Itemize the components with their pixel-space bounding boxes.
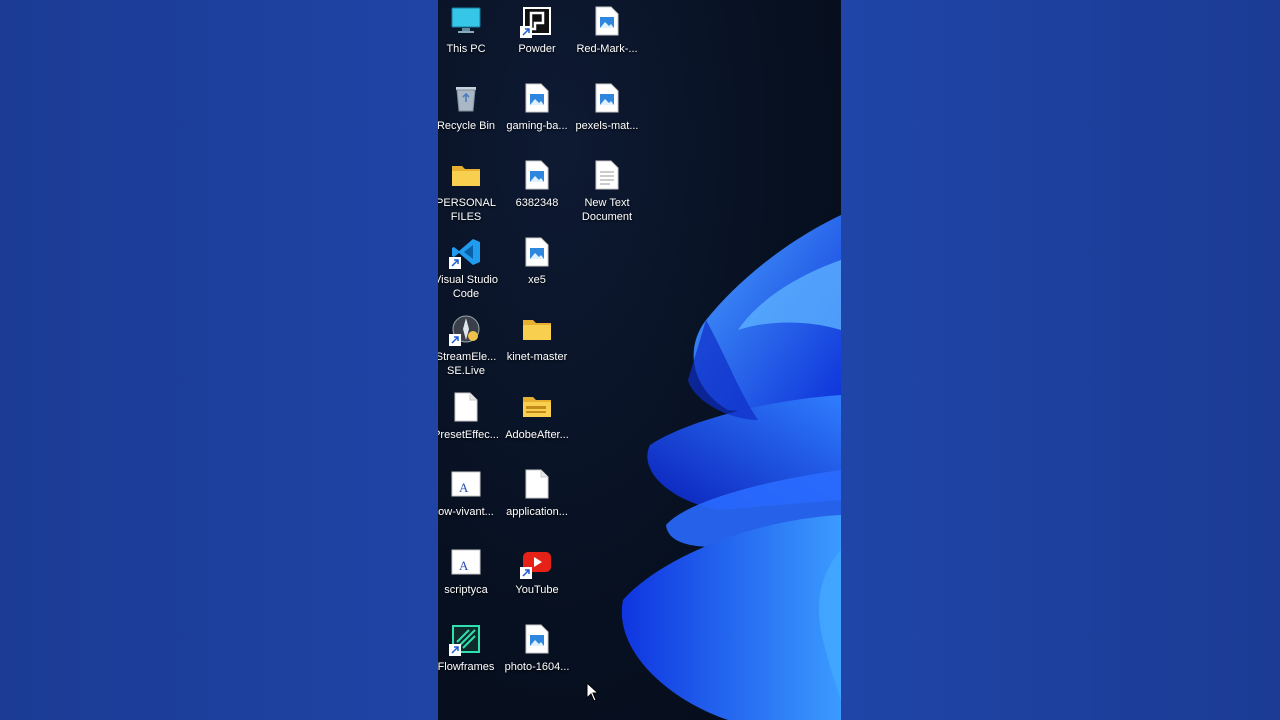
desktop-icon-label: Red-Mark-... (576, 43, 638, 55)
shortcut-arrow-icon (449, 257, 461, 269)
desktop-icon-pexels-mat[interactable]: pexels-mat... (573, 82, 641, 154)
desktop-icon-label: PresetEffec... (438, 429, 499, 441)
svg-text:A: A (459, 558, 469, 573)
desktop-icon-preseteffec[interactable]: PresetEffec... (438, 391, 500, 463)
desktop-icon-label: Recycle Bin (438, 120, 496, 132)
desktop-icon-streamelements[interactable]: StreamEle... SE.Live (438, 313, 500, 385)
desktop-icon-powder[interactable]: Powder (503, 5, 571, 77)
image-file-icon (521, 82, 553, 114)
desktop-icon-gaming-ba[interactable]: gaming-ba... (503, 82, 571, 154)
shortcut-arrow-icon (449, 334, 461, 346)
svg-text:A: A (459, 480, 469, 495)
desktop-icon-label: gaming-ba... (506, 120, 568, 132)
desktop-icon-6382348[interactable]: 6382348 (503, 159, 571, 231)
desktop-icon-photo-1604[interactable]: photo-1604... (503, 623, 571, 695)
desktop-icon-label: This PC (446, 43, 486, 55)
desktop-icon-ow-vivant[interactable]: A ow-vivant... (438, 468, 500, 540)
youtube-icon (520, 546, 553, 579)
font-file-icon: A (450, 468, 482, 500)
desktop-icon-recycle-bin[interactable]: Recycle Bin (438, 82, 500, 154)
desktop-icon-label: scriptyca (444, 584, 488, 596)
desktop-icon-label: YouTube (515, 584, 559, 596)
mouse-cursor-icon (586, 682, 600, 702)
image-file-icon (591, 82, 623, 114)
desktop-icon-youtube[interactable]: YouTube (503, 546, 571, 618)
desktop-icon-label: ow-vivant... (438, 506, 494, 518)
desktop[interactable]: This PC Recycle Bin PERSONAL FILES Visua… (438, 0, 841, 720)
desktop-icon-scriptyca[interactable]: A scriptyca (438, 546, 500, 618)
desktop-icon-label: Powder (518, 43, 556, 55)
shortcut-arrow-icon (520, 567, 532, 579)
image-file-icon (591, 5, 623, 37)
powder-app-icon (520, 5, 553, 38)
desktop-icon-label: Flowframes (438, 661, 495, 673)
desktop-icon-label: xe5 (528, 274, 546, 286)
blank-file-icon (450, 391, 482, 423)
desktop-icon-label: StreamEle... SE.Live (438, 351, 497, 377)
image-file-icon (521, 623, 553, 655)
desktop-icon-kinet-master[interactable]: kinet-master (503, 313, 571, 385)
blurred-background-left (0, 0, 438, 720)
desktop-icon-label: 6382348 (515, 197, 559, 209)
blurred-background-right (841, 0, 1280, 720)
folder-icon (521, 313, 553, 345)
desktop-icon-label: New Text Document (581, 197, 633, 223)
image-file-icon (521, 236, 553, 268)
blank-file-icon (521, 468, 553, 500)
streamelements-icon (449, 313, 482, 346)
desktop-icon-personal-files[interactable]: PERSONAL FILES (438, 159, 500, 231)
flowframes-icon (449, 623, 482, 656)
desktop-icon-label: photo-1604... (504, 661, 570, 673)
desktop-icon-label: application... (506, 506, 568, 518)
shortcut-arrow-icon (449, 644, 461, 656)
desktop-icon-new-text-document[interactable]: New Text Document (573, 159, 641, 231)
recycle-bin-icon (450, 82, 482, 114)
desktop-icon-label: kinet-master (506, 351, 568, 363)
shortcut-arrow-icon (520, 26, 532, 38)
desktop-icon-label: pexels-mat... (575, 120, 639, 132)
desktop-icon-flowframes[interactable]: Flowframes (438, 623, 500, 695)
text-file-icon (591, 159, 623, 191)
zip-folder-icon (521, 391, 553, 423)
desktop-icon-label: Visual Studio Code (438, 274, 498, 300)
monitor-icon (450, 5, 482, 37)
desktop-icon-vscode[interactable]: Visual Studio Code (438, 236, 500, 308)
folder-icon (450, 159, 482, 191)
desktop-icon-label: PERSONAL FILES (438, 197, 496, 223)
image-file-icon (521, 159, 553, 191)
vscode-icon (449, 236, 482, 269)
desktop-icon-adobeafter[interactable]: AdobeAfter... (503, 391, 571, 463)
font-file-icon: A (450, 546, 482, 578)
desktop-icon-this-pc[interactable]: This PC (438, 5, 500, 77)
desktop-icon-xe5[interactable]: xe5 (503, 236, 571, 308)
desktop-icon-application[interactable]: application... (503, 468, 571, 540)
desktop-icon-red-mark[interactable]: Red-Mark-... (573, 5, 641, 77)
desktop-icon-label: AdobeAfter... (505, 429, 569, 441)
